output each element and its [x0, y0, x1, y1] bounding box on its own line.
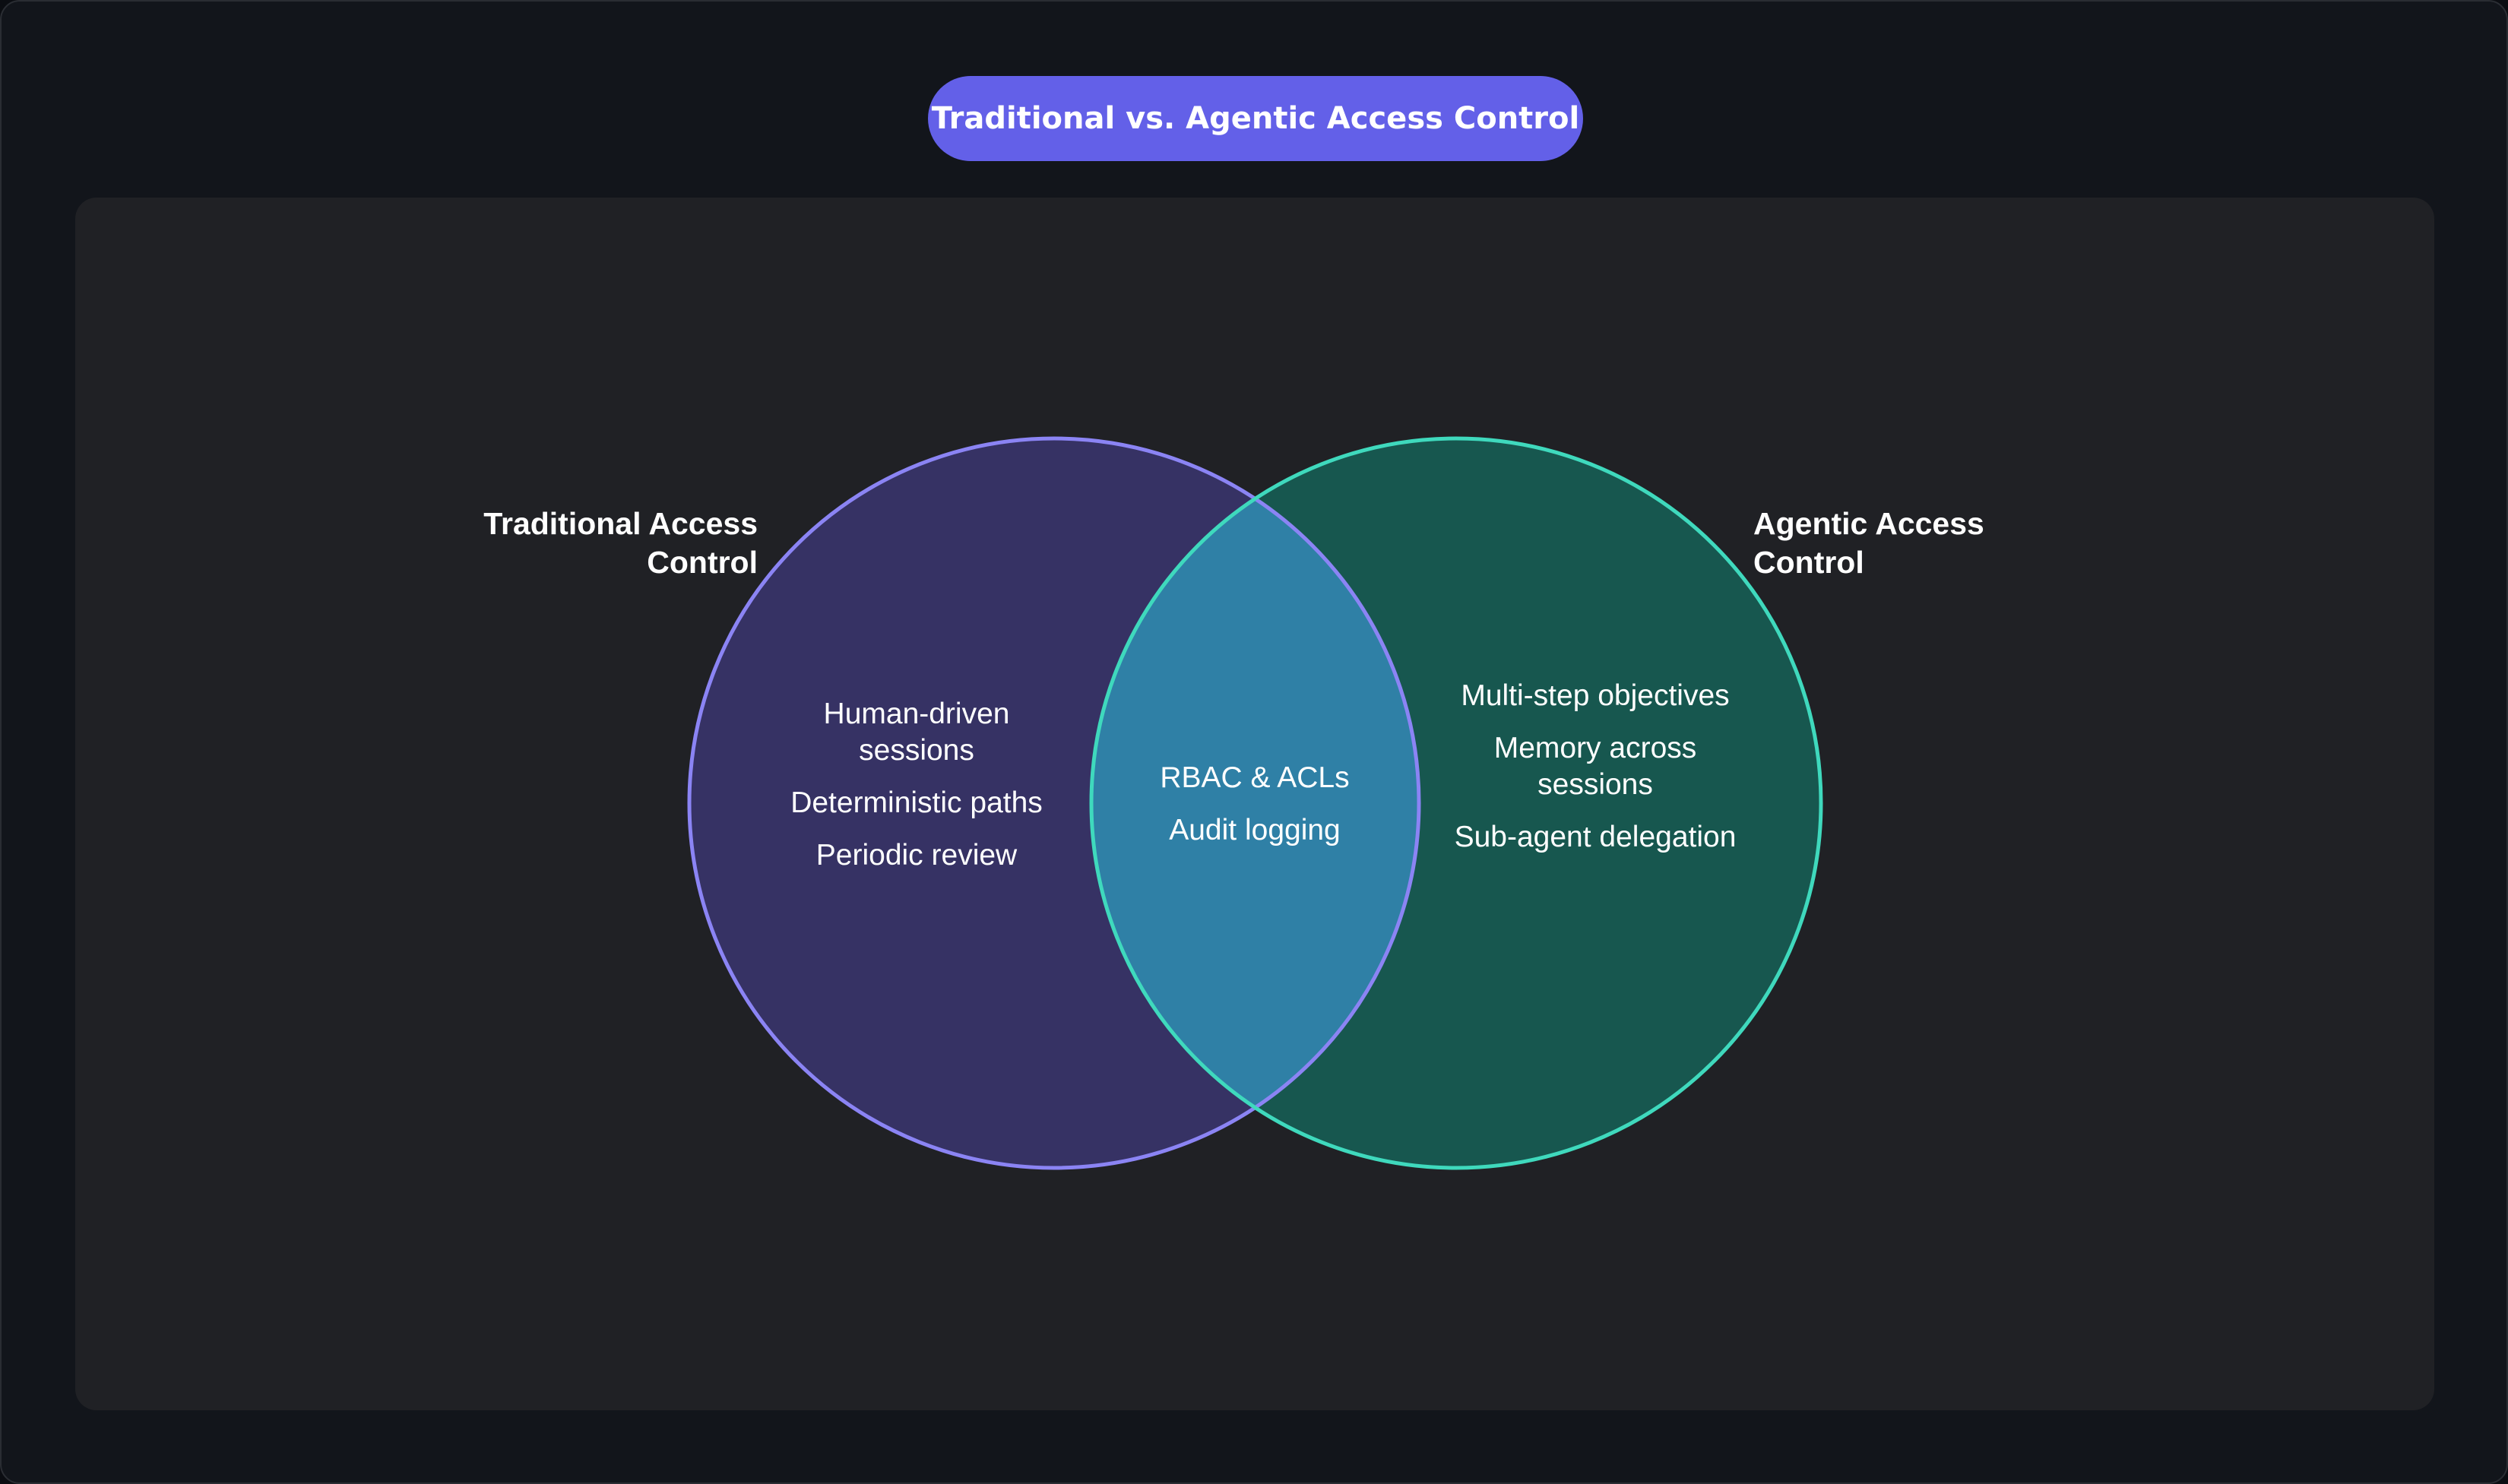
agentic-set-label: Agentic Access Control: [1753, 506, 1984, 580]
app-frame: Traditional vs. Agentic Access Control T…: [0, 0, 2508, 1484]
region-item: Memory across sessions: [1493, 732, 1697, 801]
region-item: Human-driven sessions: [823, 698, 1010, 767]
region-item: Deterministic paths: [790, 786, 1043, 819]
venn-diagram: [687, 436, 1823, 1170]
region-item: Multi-step objectives: [1461, 679, 1730, 712]
intersection-region: RBAC & ACLs Audit logging: [1103, 760, 1407, 849]
region-item: Audit logging: [1169, 814, 1341, 846]
agentic-only-region: Multi-step objectives Memory across sess…: [1443, 678, 1747, 856]
region-item: RBAC & ACLs: [1160, 761, 1350, 794]
traditional-only-region: Human-driven sessions Deterministic path…: [765, 696, 1069, 874]
region-item: Sub-agent delegation: [1454, 821, 1737, 853]
traditional-set-label: Traditional Access Control: [483, 506, 758, 580]
region-item: Periodic review: [815, 839, 1018, 872]
